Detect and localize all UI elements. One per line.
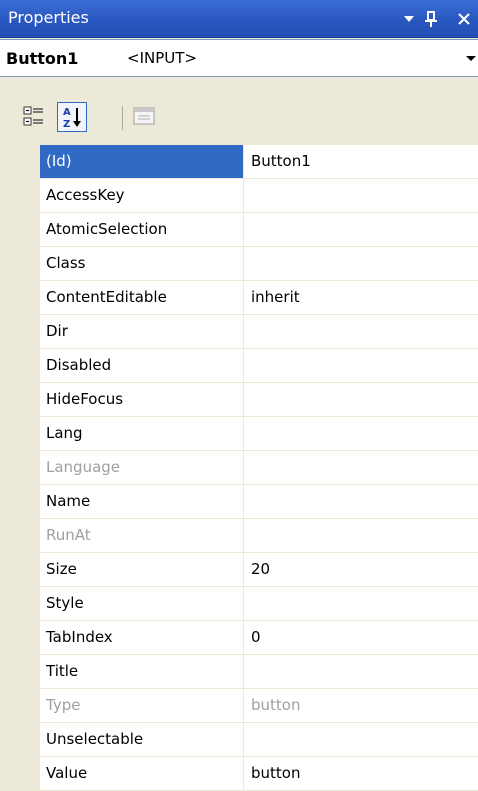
alphabetical-icon[interactable]: A Z <box>57 102 87 132</box>
panel-title: Properties <box>8 8 89 27</box>
property-row[interactable]: Style <box>40 587 478 621</box>
property-value[interactable]: 0 <box>251 628 261 646</box>
categorized-icon[interactable] <box>21 104 47 130</box>
property-row[interactable]: Class <box>40 247 478 281</box>
property-row[interactable]: Disabled <box>40 349 478 383</box>
toolbar-separator <box>122 106 123 130</box>
property-row[interactable]: (Id) Button1 <box>40 145 478 179</box>
property-row[interactable]: Title <box>40 655 478 689</box>
column-divider[interactable] <box>243 519 244 553</box>
property-row[interactable]: AtomicSelection <box>40 213 478 247</box>
property-name: Title <box>46 662 79 680</box>
column-divider[interactable] <box>243 655 244 689</box>
property-row[interactable]: RunAt <box>40 519 478 553</box>
property-name: Style <box>46 594 84 612</box>
property-row[interactable]: Name <box>40 485 478 519</box>
column-divider[interactable] <box>243 587 244 621</box>
column-divider[interactable] <box>243 757 244 791</box>
property-name: AccessKey <box>46 186 125 204</box>
property-row[interactable]: AccessKey <box>40 179 478 213</box>
column-divider[interactable] <box>243 621 244 655</box>
property-name: (Id) <box>46 152 72 170</box>
property-name: Lang <box>46 424 83 442</box>
close-icon[interactable] <box>456 9 472 29</box>
property-row[interactable]: Value button <box>40 757 478 791</box>
property-name: Class <box>46 254 86 272</box>
property-value[interactable]: 20 <box>251 560 270 578</box>
property-name: Language <box>46 458 121 476</box>
property-name: Disabled <box>46 356 112 374</box>
property-name: Dir <box>46 322 68 340</box>
object-selector[interactable]: Button1 <INPUT> <box>0 39 478 77</box>
column-divider[interactable] <box>243 349 244 383</box>
property-name: Value <box>46 764 88 782</box>
title-bar: Properties <box>0 0 478 38</box>
dropdown-arrow-icon[interactable] <box>402 9 416 29</box>
property-name: TabIndex <box>46 628 113 646</box>
column-divider[interactable] <box>243 723 244 757</box>
column-divider[interactable] <box>243 553 244 587</box>
object-type: <INPUT> <box>127 49 197 67</box>
property-value[interactable]: button <box>251 764 300 782</box>
property-row[interactable]: Dir <box>40 315 478 349</box>
property-row[interactable]: ContentEditable inherit <box>40 281 478 315</box>
column-divider[interactable] <box>243 315 244 349</box>
object-name: Button1 <box>6 49 79 68</box>
svg-text:Z: Z <box>63 119 70 130</box>
property-value[interactable]: Button1 <box>251 152 311 170</box>
property-pages-icon[interactable] <box>132 106 158 132</box>
pin-icon[interactable] <box>424 9 438 29</box>
property-row[interactable]: Size 20 <box>40 553 478 587</box>
svg-text:A: A <box>63 107 71 118</box>
toolbar: A Z <box>0 78 478 140</box>
column-divider[interactable] <box>243 383 244 417</box>
property-name: Name <box>46 492 91 510</box>
property-name: ContentEditable <box>46 288 167 306</box>
column-divider[interactable] <box>243 145 244 179</box>
column-divider[interactable] <box>243 247 244 281</box>
property-name: HideFocus <box>46 390 124 408</box>
property-row[interactable]: HideFocus <box>40 383 478 417</box>
chevron-down-icon[interactable] <box>466 56 476 61</box>
column-divider[interactable] <box>243 689 244 723</box>
property-grid: (Id) Button1 AccessKey AtomicSelection Class… <box>12 145 478 791</box>
property-name: Size <box>46 560 77 578</box>
column-divider[interactable] <box>243 417 244 451</box>
property-row[interactable]: Lang <box>40 417 478 451</box>
property-row[interactable]: Unselectable <box>40 723 478 757</box>
property-name: RunAt <box>46 526 91 544</box>
property-value[interactable]: inherit <box>251 288 300 306</box>
column-divider[interactable] <box>243 281 244 315</box>
property-name: Unselectable <box>46 730 144 748</box>
column-divider[interactable] <box>243 213 244 247</box>
property-name: Type <box>46 696 81 714</box>
property-row[interactable]: Language <box>40 451 478 485</box>
property-row[interactable]: Type button <box>40 689 478 723</box>
property-value[interactable]: button <box>251 696 300 714</box>
property-name: AtomicSelection <box>46 220 168 238</box>
column-divider[interactable] <box>243 179 244 213</box>
grid-gutter <box>12 145 40 791</box>
property-row[interactable]: TabIndex 0 <box>40 621 478 655</box>
column-divider[interactable] <box>243 485 244 519</box>
column-divider[interactable] <box>243 451 244 485</box>
